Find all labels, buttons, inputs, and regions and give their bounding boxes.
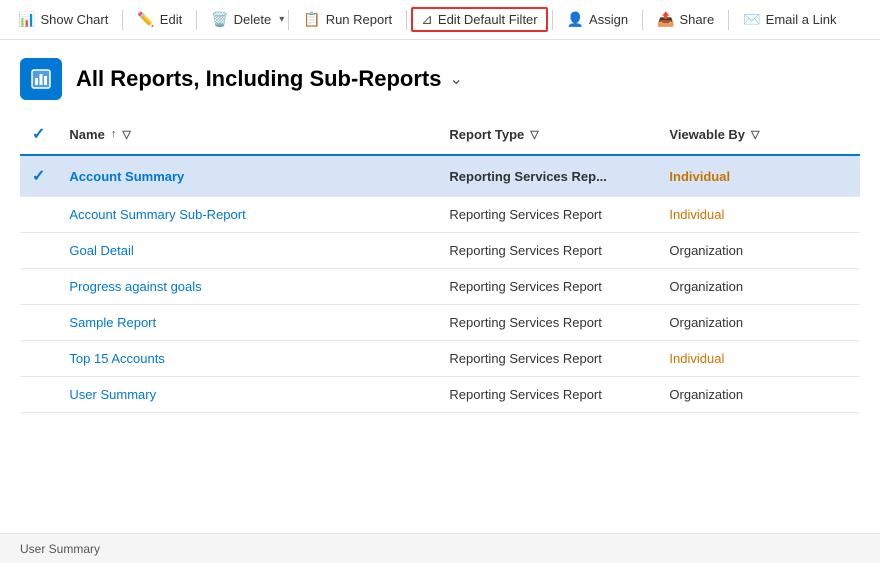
col-report-type: Report Type ▽ xyxy=(437,114,657,155)
col-viewable-by: Viewable By ▽ xyxy=(657,114,860,155)
divider-1 xyxy=(122,10,123,30)
delete-dropdown-arrow[interactable]: ▾ xyxy=(279,14,284,25)
edit-default-filter-button[interactable]: ⊿ Edit Default Filter xyxy=(411,7,547,32)
row-check-cell[interactable] xyxy=(20,377,57,413)
share-button[interactable]: 📤 Share xyxy=(647,7,724,32)
delete-icon: 🗑️ xyxy=(211,11,228,28)
divider-3 xyxy=(288,10,289,30)
row-check-icon: ✓ xyxy=(32,168,45,185)
divider-6 xyxy=(642,10,643,30)
row-viewable-by-cell: Organization xyxy=(657,305,860,341)
divider-7 xyxy=(728,10,729,30)
row-name-cell: Goal Detail xyxy=(57,233,437,269)
chart-icon: 📊 xyxy=(18,11,35,28)
edit-button[interactable]: ✏️ Edit xyxy=(127,7,192,32)
status-bar: User Summary xyxy=(0,533,880,563)
assign-icon: 👤 xyxy=(567,11,584,28)
row-viewable-by-cell: Organization xyxy=(657,233,860,269)
row-report-type-cell: Reporting Services Report xyxy=(437,341,657,377)
row-name-cell: Account Summary xyxy=(57,155,437,197)
toolbar: 📊 Show Chart ✏️ Edit 🗑️ Delete ▾ 📋 Run R… xyxy=(0,0,880,40)
col-check: ✓ xyxy=(20,114,57,155)
page-icon xyxy=(20,58,62,100)
row-name-link[interactable]: Top 15 Accounts xyxy=(69,351,164,366)
row-name-link[interactable]: User Summary xyxy=(69,387,156,402)
row-name-link[interactable]: Account Summary Sub-Report xyxy=(69,207,245,222)
row-report-type-cell: Reporting Services Report xyxy=(437,269,657,305)
page-title: All Reports, Including Sub-Reports xyxy=(76,66,441,92)
row-name-link[interactable]: Progress against goals xyxy=(69,279,201,294)
reports-table: ✓ Name ↑ ▽ Report Type ▽ xyxy=(20,114,860,413)
edit-icon: ✏️ xyxy=(137,11,154,28)
filter-funnel-icon: ⊿ xyxy=(421,11,433,28)
table-row[interactable]: Top 15 Accounts Reporting Services Report… xyxy=(20,341,860,377)
email-icon: ✉️ xyxy=(743,11,760,28)
divider-5 xyxy=(552,10,553,30)
row-check-cell[interactable] xyxy=(20,341,57,377)
row-report-type-cell: Reporting Services Report xyxy=(437,233,657,269)
row-check-cell[interactable] xyxy=(20,197,57,233)
row-name-link[interactable]: Sample Report xyxy=(69,315,156,330)
row-report-type-cell: Reporting Services Report xyxy=(437,197,657,233)
table-row[interactable]: Account Summary Sub-Report Reporting Serv… xyxy=(20,197,860,233)
row-viewable-by-cell: Organization xyxy=(657,377,860,413)
table-body: ✓ Account Summary Reporting Services Rep..… xyxy=(20,155,860,413)
row-check-cell[interactable]: ✓ xyxy=(20,155,57,197)
page-title-dropdown-icon[interactable]: ⌄ xyxy=(449,69,462,89)
page-title-group: All Reports, Including Sub-Reports ⌄ xyxy=(76,66,463,92)
divider-2 xyxy=(196,10,197,30)
name-filter-icon[interactable]: ▽ xyxy=(122,128,130,141)
row-report-type-cell: Reporting Services Report xyxy=(437,305,657,341)
table-row[interactable]: Progress against goals Reporting Services… xyxy=(20,269,860,305)
row-name-cell: Progress against goals xyxy=(57,269,437,305)
table-row[interactable]: ✓ Account Summary Reporting Services Rep..… xyxy=(20,155,860,197)
row-name-cell: Account Summary Sub-Report xyxy=(57,197,437,233)
email-link-button[interactable]: ✉️ Email a Link xyxy=(733,7,846,32)
row-report-type-cell: Reporting Services Report xyxy=(437,377,657,413)
row-check-cell[interactable] xyxy=(20,269,57,305)
row-viewable-by-cell: Individual xyxy=(657,155,860,197)
assign-button[interactable]: 👤 Assign xyxy=(557,7,638,32)
show-chart-button[interactable]: 📊 Show Chart xyxy=(8,7,118,32)
run-report-icon: 📋 xyxy=(303,11,320,28)
row-viewable-by-cell: Individual xyxy=(657,197,860,233)
row-name-cell: Sample Report xyxy=(57,305,437,341)
divider-4 xyxy=(406,10,407,30)
status-text: User Summary xyxy=(20,542,100,556)
delete-button[interactable]: 🗑️ Delete xyxy=(201,7,281,32)
table-header-row: ✓ Name ↑ ▽ Report Type ▽ xyxy=(20,114,860,155)
row-name-link[interactable]: Account Summary xyxy=(69,169,184,184)
row-check-cell[interactable] xyxy=(20,233,57,269)
type-filter-icon[interactable]: ▽ xyxy=(530,128,538,141)
reports-table-area: ✓ Name ↑ ▽ Report Type ▽ xyxy=(0,114,880,413)
row-check-cell[interactable] xyxy=(20,305,57,341)
row-report-type-cell: Reporting Services Rep... xyxy=(437,155,657,197)
row-name-cell: User Summary xyxy=(57,377,437,413)
col-name: Name ↑ ▽ xyxy=(57,114,437,155)
run-report-button[interactable]: 📋 Run Report xyxy=(293,7,402,32)
page-header: All Reports, Including Sub-Reports ⌄ xyxy=(0,40,880,114)
table-row[interactable]: Goal Detail Reporting Services ReportOrga… xyxy=(20,233,860,269)
header-check-icon[interactable]: ✓ xyxy=(32,126,45,143)
row-viewable-by-cell: Organization xyxy=(657,269,860,305)
name-sort-icon[interactable]: ↑ xyxy=(111,128,117,140)
row-name-link[interactable]: Goal Detail xyxy=(69,243,133,258)
share-icon: 📤 xyxy=(657,11,674,28)
table-row[interactable]: Sample Report Reporting Services ReportOr… xyxy=(20,305,860,341)
table-row[interactable]: User Summary Reporting Services ReportOrg… xyxy=(20,377,860,413)
row-name-cell: Top 15 Accounts xyxy=(57,341,437,377)
viewable-filter-icon[interactable]: ▽ xyxy=(751,128,759,141)
row-viewable-by-cell: Individual xyxy=(657,341,860,377)
